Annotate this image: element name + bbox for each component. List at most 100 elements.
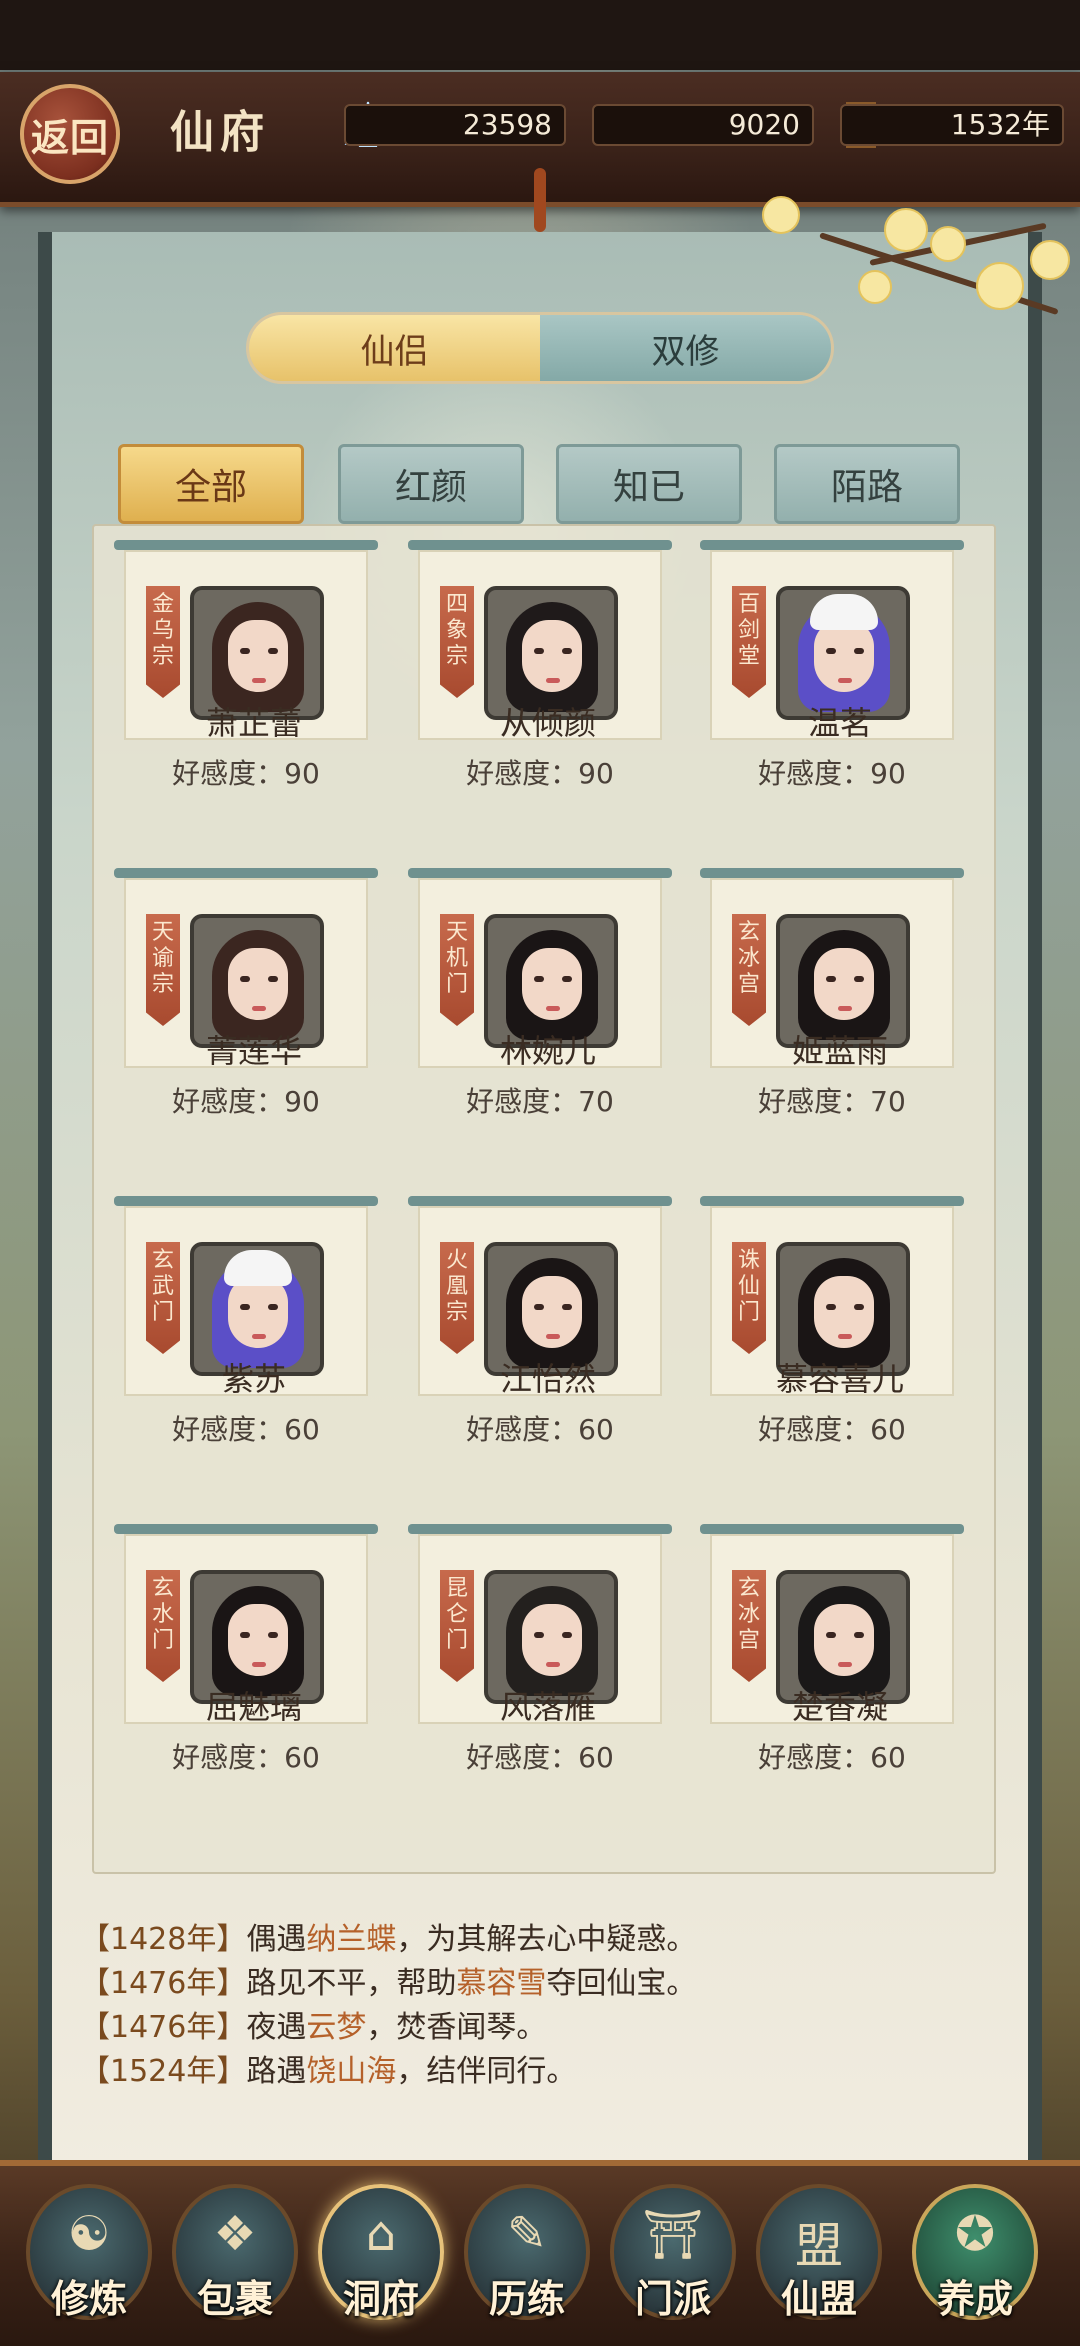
cave-house-icon: ⌂ bbox=[365, 2206, 397, 2262]
sect-banner: 诛仙门 bbox=[732, 1242, 766, 1354]
tab-dual-cultivation[interactable]: 双修 bbox=[540, 315, 831, 381]
alliance-icon: 盟 bbox=[794, 2218, 843, 2274]
filter-all[interactable]: 全部 bbox=[118, 444, 304, 524]
companion-name: 姬蓝雨 bbox=[791, 1032, 888, 1070]
companion-card[interactable]: 玄武门紫苏好感度：60 bbox=[114, 1196, 378, 1454]
nav-label: 养成 bbox=[936, 2276, 1013, 2321]
companion-card[interactable]: 火凰宗江怡然 好感度：60 bbox=[408, 1196, 672, 1454]
card-body: 玄冰宫楚香凝 bbox=[710, 1534, 954, 1726]
sect-banner: 四象宗 bbox=[440, 586, 474, 698]
card-rod bbox=[114, 1196, 378, 1206]
card-body: 天机门林婉儿 bbox=[418, 878, 662, 1070]
companion-card[interactable]: 玄冰宫楚香凝好感度：60 bbox=[700, 1524, 964, 1782]
companion-name: 慕容喜儿 bbox=[775, 1360, 904, 1398]
crystal-count: 23598 bbox=[344, 104, 566, 146]
card-body: 玄冰宫姬蓝雨 bbox=[710, 878, 954, 1070]
sect-banner: 天谕宗 bbox=[146, 914, 180, 1026]
main-tab-switch: 仙侣 双修 bbox=[246, 312, 834, 384]
companion-card[interactable]: 天机门林婉儿 好感度：70 bbox=[408, 868, 672, 1126]
sect-banner: 玄水门 bbox=[146, 1570, 180, 1682]
card-body: 火凰宗江怡然 bbox=[418, 1206, 662, 1398]
card-rod bbox=[700, 868, 964, 878]
npc-link[interactable]: 饶山海 bbox=[306, 2054, 396, 2089]
card-body: 百剑堂温茗 bbox=[710, 550, 954, 742]
sect-banner: 天机门 bbox=[440, 914, 474, 1026]
companion-name: 林婉儿 bbox=[499, 1032, 596, 1070]
npc-link[interactable]: 云梦 bbox=[306, 2010, 366, 2045]
nav-label: 仙盟 bbox=[780, 2276, 857, 2321]
sect-banner: 百剑堂 bbox=[732, 586, 766, 698]
log-entry: 【1476年】夜遇云梦，焚香闻琴。 bbox=[80, 2010, 547, 2045]
affinity-value: 好感度：90 bbox=[172, 1085, 320, 1118]
sect-banner: 玄武门 bbox=[146, 1242, 180, 1354]
affinity-value: 好感度：70 bbox=[758, 1085, 906, 1118]
card-rod bbox=[408, 868, 672, 878]
nav-button-sect-gate[interactable]: ⛩ 门派 bbox=[610, 2184, 736, 2321]
companion-card[interactable]: 金乌宗萧芷蕾好感度：90 bbox=[114, 540, 378, 798]
companion-card[interactable]: 四象宗从倾颜好感度：90 bbox=[408, 540, 672, 798]
card-rod bbox=[114, 868, 378, 878]
nav-label: 门派 bbox=[634, 2276, 711, 2321]
nav-button-cultivate[interactable]: ☯ 修炼 bbox=[26, 2184, 152, 2321]
card-body: 玄水门屈魅璃 bbox=[124, 1534, 368, 1726]
filter-confidant[interactable]: 知已 bbox=[556, 444, 742, 524]
companion-name: 紫苏 bbox=[221, 1360, 286, 1398]
card-body: 玄武门紫苏 bbox=[124, 1206, 368, 1398]
card-rod bbox=[408, 540, 672, 550]
companion-card[interactable]: 诛仙门慕容喜儿好感度：60 bbox=[700, 1196, 964, 1454]
affinity-value: 好感度：60 bbox=[758, 1413, 906, 1446]
tab-companions[interactable]: 仙侣 bbox=[249, 315, 540, 381]
companion-name: 风落雁 bbox=[499, 1688, 596, 1726]
nav-button-alliance[interactable]: 盟仙盟 bbox=[756, 2184, 882, 2321]
blossom-decoration bbox=[762, 196, 800, 234]
nav-label: 修炼 bbox=[50, 2276, 127, 2321]
npc-link[interactable]: 慕容雪 bbox=[456, 1966, 546, 2001]
pentagram-icon: ✪ bbox=[954, 2206, 996, 2262]
affinity-value: 好感度：60 bbox=[758, 1741, 906, 1774]
spirit-stone-count: 9020 bbox=[592, 104, 814, 146]
nav-button-bag[interactable]: ❖ 包裹 bbox=[172, 2184, 298, 2321]
filter-stranger[interactable]: 陌路 bbox=[774, 444, 960, 524]
companion-name: 萧芷蕾 bbox=[205, 704, 302, 742]
filter-beloved[interactable]: 红颜 bbox=[338, 444, 524, 524]
event-log: 【1428年】偶遇纳兰蝶，为其解去心中疑惑。 【1476年】路见不平，帮助慕容雪… bbox=[80, 1918, 1000, 2094]
companion-card[interactable]: 百剑堂温茗 好感度：90 bbox=[700, 540, 964, 798]
log-entry: 【1524年】路遇饶山海，结伴同行。 bbox=[80, 2054, 577, 2089]
card-body: 天谕宗菁莲华 bbox=[124, 878, 368, 1070]
blossom-decoration bbox=[976, 262, 1024, 310]
companion-card[interactable]: 玄水门屈魅璃 好感度：60 bbox=[114, 1524, 378, 1782]
companion-card[interactable]: 玄冰宫姬蓝雨好感度：70 bbox=[700, 868, 964, 1126]
log-entry: 【1428年】偶遇纳兰蝶，为其解去心中疑惑。 bbox=[80, 1922, 697, 1957]
card-rod bbox=[700, 540, 964, 550]
sect-banner: 昆仑门 bbox=[440, 1570, 474, 1682]
blossom-decoration bbox=[1030, 240, 1070, 280]
card-body: 金乌宗萧芷蕾 bbox=[124, 550, 368, 742]
npc-link[interactable]: 纳兰蝶 bbox=[306, 1922, 396, 1957]
companion-name: 温茗 bbox=[807, 704, 872, 742]
card-rod bbox=[114, 540, 378, 550]
bag-icon: ❖ bbox=[213, 2206, 257, 2262]
nav-label: 洞府 bbox=[342, 2276, 419, 2321]
nav-button-pentagram[interactable]: ✪ 养成 bbox=[912, 2184, 1038, 2321]
log-entry: 【1476年】路见不平，帮助慕容雪夺回仙宝。 bbox=[80, 1966, 697, 2001]
companion-card[interactable]: 天谕宗菁莲华好感度：90 bbox=[114, 868, 378, 1126]
nav-button-scroll[interactable]: ✎ 历练 bbox=[464, 2184, 590, 2321]
card-body: 昆仑门风落雁 bbox=[418, 1534, 662, 1726]
sect-banner: 玄冰宫 bbox=[732, 1570, 766, 1682]
card-rod bbox=[114, 1524, 378, 1534]
blossom-decoration bbox=[858, 270, 892, 304]
sect-banner: 金乌宗 bbox=[146, 586, 180, 698]
back-button[interactable]: 返回 bbox=[20, 84, 120, 184]
companion-card[interactable]: 昆仑门风落雁 好感度：60 bbox=[408, 1524, 672, 1782]
nav-label: 历练 bbox=[488, 2276, 565, 2321]
nav-label: 包裹 bbox=[196, 2276, 273, 2321]
affinity-value: 好感度：60 bbox=[172, 1413, 320, 1446]
blossom-decoration bbox=[884, 208, 928, 252]
companion-name: 楚香凝 bbox=[791, 1688, 888, 1726]
scroll-icon: ✎ bbox=[506, 2206, 548, 2262]
companion-name: 从倾颜 bbox=[499, 704, 596, 742]
affinity-value: 好感度：90 bbox=[172, 757, 320, 790]
card-rod bbox=[408, 1524, 672, 1534]
nav-button-cave-house[interactable]: ⌂ 洞府 bbox=[318, 2184, 444, 2321]
affinity-value: 好感度：90 bbox=[466, 757, 614, 790]
